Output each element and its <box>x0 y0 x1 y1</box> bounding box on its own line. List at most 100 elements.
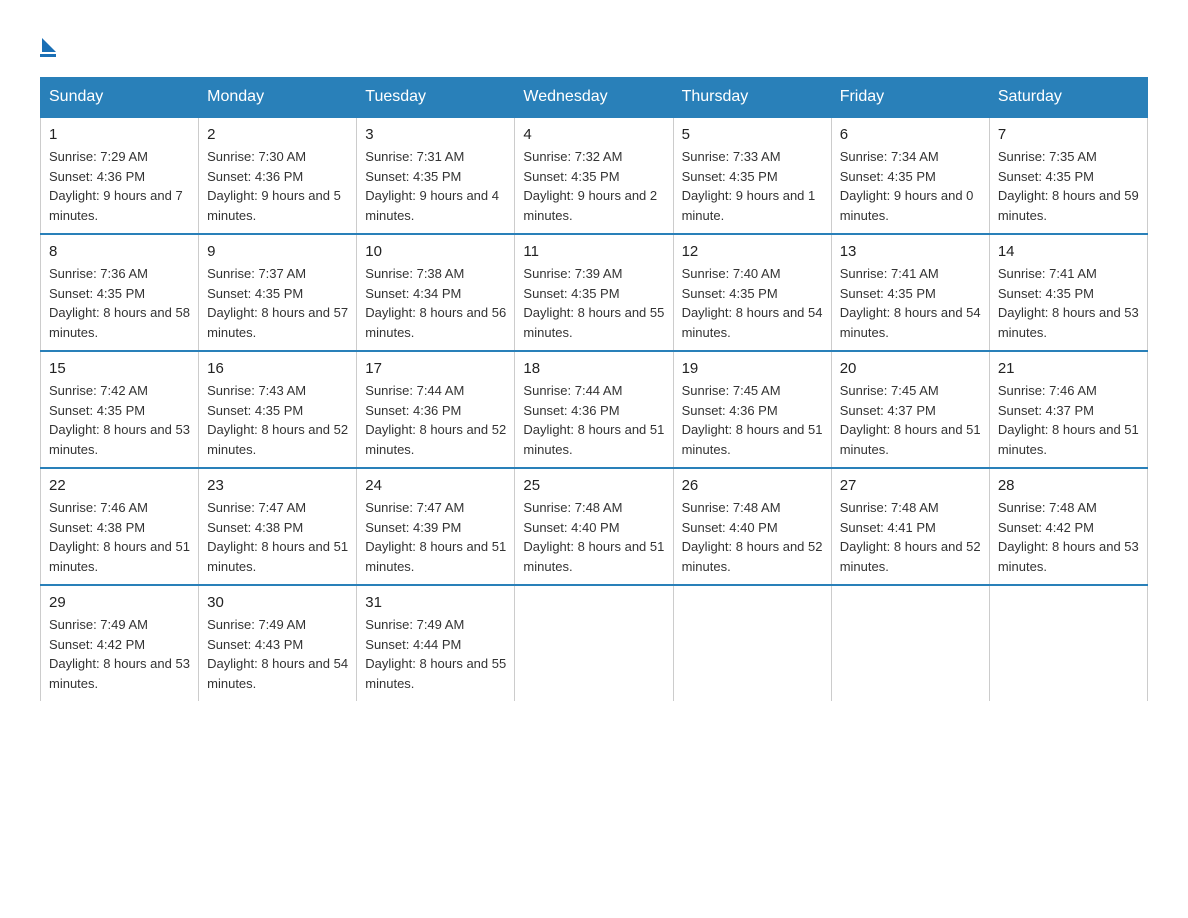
calendar-cell: 3 Sunrise: 7:31 AM Sunset: 4:35 PM Dayli… <box>357 117 515 234</box>
header-tuesday: Tuesday <box>357 78 515 118</box>
calendar-week-row: 8 Sunrise: 7:36 AM Sunset: 4:35 PM Dayli… <box>41 234 1148 351</box>
logo-arrow-icon <box>42 38 56 52</box>
day-info: Sunrise: 7:48 AM Sunset: 4:40 PM Dayligh… <box>682 498 823 576</box>
header-thursday: Thursday <box>673 78 831 118</box>
day-info: Sunrise: 7:46 AM Sunset: 4:38 PM Dayligh… <box>49 498 190 576</box>
day-info: Sunrise: 7:44 AM Sunset: 4:36 PM Dayligh… <box>365 381 506 459</box>
day-number: 10 <box>365 243 506 260</box>
logo <box>40 30 56 57</box>
calendar-cell: 20 Sunrise: 7:45 AM Sunset: 4:37 PM Dayl… <box>831 351 989 468</box>
day-number: 23 <box>207 477 348 494</box>
day-info: Sunrise: 7:45 AM Sunset: 4:37 PM Dayligh… <box>840 381 981 459</box>
calendar-cell: 18 Sunrise: 7:44 AM Sunset: 4:36 PM Dayl… <box>515 351 673 468</box>
day-info: Sunrise: 7:36 AM Sunset: 4:35 PM Dayligh… <box>49 264 190 342</box>
calendar-cell: 26 Sunrise: 7:48 AM Sunset: 4:40 PM Dayl… <box>673 468 831 585</box>
day-info: Sunrise: 7:44 AM Sunset: 4:36 PM Dayligh… <box>523 381 664 459</box>
day-info: Sunrise: 7:30 AM Sunset: 4:36 PM Dayligh… <box>207 147 348 225</box>
day-info: Sunrise: 7:32 AM Sunset: 4:35 PM Dayligh… <box>523 147 664 225</box>
calendar-cell: 14 Sunrise: 7:41 AM Sunset: 4:35 PM Dayl… <box>989 234 1147 351</box>
calendar-week-row: 29 Sunrise: 7:49 AM Sunset: 4:42 PM Dayl… <box>41 585 1148 701</box>
day-number: 25 <box>523 477 664 494</box>
calendar-cell: 21 Sunrise: 7:46 AM Sunset: 4:37 PM Dayl… <box>989 351 1147 468</box>
day-number: 3 <box>365 126 506 143</box>
header-saturday: Saturday <box>989 78 1147 118</box>
header-friday: Friday <box>831 78 989 118</box>
day-info: Sunrise: 7:49 AM Sunset: 4:43 PM Dayligh… <box>207 615 348 693</box>
day-number: 4 <box>523 126 664 143</box>
day-number: 31 <box>365 594 506 611</box>
header-monday: Monday <box>199 78 357 118</box>
day-number: 5 <box>682 126 823 143</box>
day-info: Sunrise: 7:47 AM Sunset: 4:39 PM Dayligh… <box>365 498 506 576</box>
calendar-cell: 17 Sunrise: 7:44 AM Sunset: 4:36 PM Dayl… <box>357 351 515 468</box>
day-number: 29 <box>49 594 190 611</box>
calendar-week-row: 1 Sunrise: 7:29 AM Sunset: 4:36 PM Dayli… <box>41 117 1148 234</box>
calendar-cell <box>673 585 831 701</box>
day-number: 28 <box>998 477 1139 494</box>
calendar-cell: 2 Sunrise: 7:30 AM Sunset: 4:36 PM Dayli… <box>199 117 357 234</box>
day-info: Sunrise: 7:38 AM Sunset: 4:34 PM Dayligh… <box>365 264 506 342</box>
calendar-cell: 23 Sunrise: 7:47 AM Sunset: 4:38 PM Dayl… <box>199 468 357 585</box>
day-info: Sunrise: 7:31 AM Sunset: 4:35 PM Dayligh… <box>365 147 506 225</box>
day-number: 11 <box>523 243 664 260</box>
day-number: 12 <box>682 243 823 260</box>
logo-underline <box>40 54 56 57</box>
day-number: 20 <box>840 360 981 377</box>
day-number: 17 <box>365 360 506 377</box>
day-number: 8 <box>49 243 190 260</box>
calendar-cell: 15 Sunrise: 7:42 AM Sunset: 4:35 PM Dayl… <box>41 351 199 468</box>
day-number: 26 <box>682 477 823 494</box>
day-info: Sunrise: 7:45 AM Sunset: 4:36 PM Dayligh… <box>682 381 823 459</box>
calendar-cell: 6 Sunrise: 7:34 AM Sunset: 4:35 PM Dayli… <box>831 117 989 234</box>
day-number: 24 <box>365 477 506 494</box>
day-info: Sunrise: 7:34 AM Sunset: 4:35 PM Dayligh… <box>840 147 981 225</box>
calendar-week-row: 15 Sunrise: 7:42 AM Sunset: 4:35 PM Dayl… <box>41 351 1148 468</box>
day-info: Sunrise: 7:40 AM Sunset: 4:35 PM Dayligh… <box>682 264 823 342</box>
calendar-cell: 4 Sunrise: 7:32 AM Sunset: 4:35 PM Dayli… <box>515 117 673 234</box>
day-info: Sunrise: 7:35 AM Sunset: 4:35 PM Dayligh… <box>998 147 1139 225</box>
calendar-cell: 9 Sunrise: 7:37 AM Sunset: 4:35 PM Dayli… <box>199 234 357 351</box>
day-number: 16 <box>207 360 348 377</box>
day-info: Sunrise: 7:49 AM Sunset: 4:44 PM Dayligh… <box>365 615 506 693</box>
day-number: 21 <box>998 360 1139 377</box>
day-info: Sunrise: 7:37 AM Sunset: 4:35 PM Dayligh… <box>207 264 348 342</box>
day-info: Sunrise: 7:39 AM Sunset: 4:35 PM Dayligh… <box>523 264 664 342</box>
calendar-cell: 22 Sunrise: 7:46 AM Sunset: 4:38 PM Dayl… <box>41 468 199 585</box>
day-info: Sunrise: 7:41 AM Sunset: 4:35 PM Dayligh… <box>840 264 981 342</box>
day-info: Sunrise: 7:29 AM Sunset: 4:36 PM Dayligh… <box>49 147 190 225</box>
day-info: Sunrise: 7:47 AM Sunset: 4:38 PM Dayligh… <box>207 498 348 576</box>
day-info: Sunrise: 7:48 AM Sunset: 4:42 PM Dayligh… <box>998 498 1139 576</box>
calendar-cell <box>831 585 989 701</box>
day-info: Sunrise: 7:49 AM Sunset: 4:42 PM Dayligh… <box>49 615 190 693</box>
day-number: 30 <box>207 594 348 611</box>
calendar-week-row: 22 Sunrise: 7:46 AM Sunset: 4:38 PM Dayl… <box>41 468 1148 585</box>
day-number: 14 <box>998 243 1139 260</box>
day-number: 19 <box>682 360 823 377</box>
day-number: 7 <box>998 126 1139 143</box>
day-info: Sunrise: 7:48 AM Sunset: 4:41 PM Dayligh… <box>840 498 981 576</box>
calendar-cell: 24 Sunrise: 7:47 AM Sunset: 4:39 PM Dayl… <box>357 468 515 585</box>
calendar-cell: 1 Sunrise: 7:29 AM Sunset: 4:36 PM Dayli… <box>41 117 199 234</box>
day-number: 13 <box>840 243 981 260</box>
calendar-cell: 31 Sunrise: 7:49 AM Sunset: 4:44 PM Dayl… <box>357 585 515 701</box>
calendar-cell: 16 Sunrise: 7:43 AM Sunset: 4:35 PM Dayl… <box>199 351 357 468</box>
day-info: Sunrise: 7:42 AM Sunset: 4:35 PM Dayligh… <box>49 381 190 459</box>
day-info: Sunrise: 7:33 AM Sunset: 4:35 PM Dayligh… <box>682 147 823 225</box>
calendar-cell: 19 Sunrise: 7:45 AM Sunset: 4:36 PM Dayl… <box>673 351 831 468</box>
calendar-cell: 7 Sunrise: 7:35 AM Sunset: 4:35 PM Dayli… <box>989 117 1147 234</box>
header-wednesday: Wednesday <box>515 78 673 118</box>
calendar-cell: 10 Sunrise: 7:38 AM Sunset: 4:34 PM Dayl… <box>357 234 515 351</box>
day-number: 9 <box>207 243 348 260</box>
day-number: 6 <box>840 126 981 143</box>
calendar-cell: 8 Sunrise: 7:36 AM Sunset: 4:35 PM Dayli… <box>41 234 199 351</box>
calendar-cell: 28 Sunrise: 7:48 AM Sunset: 4:42 PM Dayl… <box>989 468 1147 585</box>
calendar-cell <box>989 585 1147 701</box>
day-info: Sunrise: 7:43 AM Sunset: 4:35 PM Dayligh… <box>207 381 348 459</box>
day-info: Sunrise: 7:48 AM Sunset: 4:40 PM Dayligh… <box>523 498 664 576</box>
calendar-header-row: SundayMondayTuesdayWednesdayThursdayFrid… <box>41 78 1148 118</box>
page-header <box>40 30 1148 57</box>
calendar-cell: 13 Sunrise: 7:41 AM Sunset: 4:35 PM Dayl… <box>831 234 989 351</box>
calendar-cell: 30 Sunrise: 7:49 AM Sunset: 4:43 PM Dayl… <box>199 585 357 701</box>
calendar-cell: 5 Sunrise: 7:33 AM Sunset: 4:35 PM Dayli… <box>673 117 831 234</box>
day-number: 15 <box>49 360 190 377</box>
